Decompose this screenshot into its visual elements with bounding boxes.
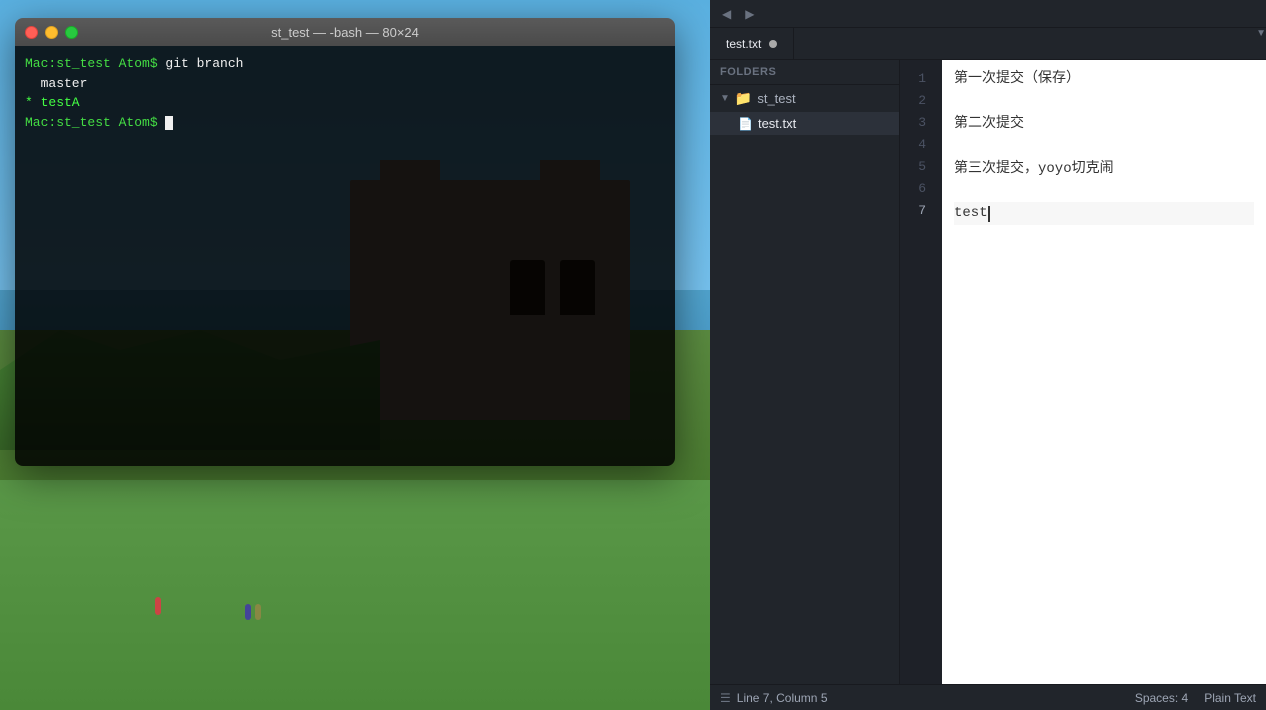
atom-tab-test-txt[interactable]: test.txt <box>710 28 794 59</box>
editor-line-2 <box>954 90 1254 112</box>
tab-filename: test.txt <box>726 37 761 51</box>
tab-dropdown-chevron[interactable]: ▼ <box>1244 28 1266 59</box>
terminal-title: st_test — -bash — 80×24 <box>271 25 419 40</box>
line-num-7: 7 <box>918 200 932 222</box>
editor-line-5: 第三次提交，yoyo切克闹 <box>954 158 1254 180</box>
terminal-line-2: master <box>25 74 665 94</box>
terminal-close-button[interactable] <box>25 26 38 39</box>
editor-line-7: test <box>954 202 1254 224</box>
line-num-5: 5 <box>918 156 932 178</box>
atom-main-area: FOLDERS ▼ 📁 st_test 📄 test.txt 1 2 3 4 5 <box>710 60 1266 684</box>
sidebar-folders-header: FOLDERS <box>710 60 899 85</box>
editor-text-area[interactable]: 第一次提交（保存） 第二次提交 第三次提交，yoyo切克闹 test <box>942 60 1266 684</box>
editor-line-6 <box>954 180 1254 202</box>
line-num-4: 4 <box>918 134 932 156</box>
terminal-body[interactable]: Mac:st_test Atom$ git branch master * te… <box>15 46 675 466</box>
editor-line-1: 第一次提交（保存） <box>954 68 1254 90</box>
folder-chevron-icon: ▼ <box>720 93 730 104</box>
text-cursor <box>988 206 990 222</box>
atom-editor-area[interactable]: 1 2 3 4 5 6 7 第一次提交（保存） 第二次提交 第三次提交，yoyo… <box>900 60 1266 684</box>
terminal-titlebar: st_test — -bash — 80×24 <box>15 18 675 46</box>
statusbar-language[interactable]: Plain Text <box>1204 691 1256 705</box>
file-icon: 📄 <box>738 117 753 131</box>
sidebar-folder-name: st_test <box>757 91 795 106</box>
terminal-window: st_test — -bash — 80×24 Mac:st_test Atom… <box>15 18 675 466</box>
terminal-line-4: Mac:st_test Atom$ <box>25 113 665 133</box>
line-num-1: 1 <box>918 68 932 90</box>
nav-next-button[interactable]: ▶ <box>741 5 758 23</box>
statusbar-spaces[interactable]: Spaces: 4 <box>1135 691 1188 705</box>
sidebar-folder-st-test[interactable]: ▼ 📁 st_test <box>710 85 899 112</box>
tab-modified-dot <box>769 40 777 48</box>
editor-line-4 <box>954 135 1254 157</box>
terminal-line-3: * testA <box>25 93 665 113</box>
sidebar-file-test-txt[interactable]: 📄 test.txt <box>710 112 899 135</box>
terminal-line-1: Mac:st_test Atom$ git branch <box>25 54 665 74</box>
folder-icon: 📁 <box>735 90 752 107</box>
line-num-2: 2 <box>918 90 932 112</box>
atom-statusbar: ☰ Line 7, Column 5 Spaces: 4 Plain Text <box>710 684 1266 710</box>
statusbar-right: Spaces: 4 Plain Text <box>1135 691 1256 705</box>
terminal-minimize-button[interactable] <box>45 26 58 39</box>
statusbar-lines-icon: ☰ <box>720 691 731 705</box>
line-num-3: 3 <box>918 112 932 134</box>
atom-toolbar-left: ◀ ▶ <box>718 5 758 23</box>
atom-tab-bar: test.txt ▼ <box>710 28 1266 60</box>
line-numbers: 1 2 3 4 5 6 7 <box>900 60 942 684</box>
traffic-lights <box>25 26 78 39</box>
statusbar-left: ☰ Line 7, Column 5 <box>720 691 828 705</box>
editor-content[interactable]: 1 2 3 4 5 6 7 第一次提交（保存） 第二次提交 第三次提交，yoyo… <box>900 60 1266 684</box>
line-num-6: 6 <box>918 178 932 200</box>
sidebar-file-name: test.txt <box>758 116 796 131</box>
atom-sidebar: FOLDERS ▼ 📁 st_test 📄 test.txt <box>710 60 900 684</box>
statusbar-position[interactable]: Line 7, Column 5 <box>737 691 828 705</box>
nav-prev-button[interactable]: ◀ <box>718 5 735 23</box>
editor-line-3: 第二次提交 <box>954 113 1254 135</box>
terminal-maximize-button[interactable] <box>65 26 78 39</box>
atom-toolbar: ◀ ▶ <box>710 0 1266 28</box>
atom-editor-panel: ◀ ▶ test.txt ▼ FOLDERS ▼ 📁 st_test 📄 tes… <box>710 0 1266 710</box>
